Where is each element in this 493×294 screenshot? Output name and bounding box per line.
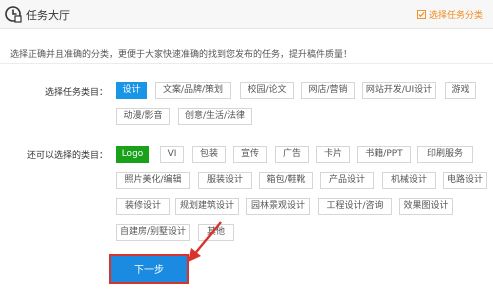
- sub-category-item[interactable]: 包装: [192, 146, 226, 163]
- page-header: 任务大厅 选择任务分类: [0, 0, 493, 29]
- sub-category-item[interactable]: 装修设计: [116, 198, 170, 215]
- main-category-item[interactable]: 设计: [116, 82, 147, 99]
- sub-category-item[interactable]: 自建房/别墅设计: [116, 224, 190, 241]
- main-category-item[interactable]: 文案/品牌/策划: [155, 82, 231, 99]
- main-category-item[interactable]: 动漫/影音: [116, 108, 170, 125]
- main-category-item[interactable]: 游戏: [445, 82, 476, 99]
- sub-category-label: 还可以选择的类目：: [26, 151, 108, 161]
- main-category-item[interactable]: 创意/生活/法律: [178, 108, 252, 125]
- main-category-item[interactable]: 网店/营销: [301, 82, 355, 99]
- next-step-button[interactable]: 下一步: [109, 254, 189, 284]
- sub-category-item[interactable]: 规划建筑设计: [175, 198, 239, 215]
- red-arrow-annotation: [188, 221, 222, 262]
- sub-category-item[interactable]: 效果图设计: [399, 198, 453, 215]
- sub-category-item[interactable]: 工程设计/咨询: [318, 198, 392, 215]
- sub-category-item[interactable]: Logo: [116, 146, 149, 163]
- select-category-link[interactable]: 选择任务分类: [416, 8, 483, 21]
- sub-category-item[interactable]: 卡片: [316, 146, 350, 163]
- sub-category-item[interactable]: 照片美化/编辑: [116, 172, 190, 189]
- main-category-item[interactable]: 网站开发/UI设计: [362, 82, 436, 99]
- main-category-label: 选择任务类目：: [44, 88, 108, 98]
- sub-category-item[interactable]: 书籍/PPT: [357, 146, 411, 163]
- sub-category-item[interactable]: 产品设计: [320, 172, 374, 189]
- sub-category-item[interactable]: 箱包/鞋靴: [259, 172, 313, 189]
- sub-category-item[interactable]: 服装设计: [198, 172, 252, 189]
- sub-category-item[interactable]: 印刷服务: [417, 146, 473, 163]
- page-title: 任务大厅: [26, 9, 70, 22]
- sub-category-item[interactable]: 园林景观设计: [246, 198, 310, 215]
- category-tip: 选择正确并且准确的分类，更便于大家快速准确的找到您发布的任务，提升稿件质量！: [10, 50, 353, 60]
- task-hall-logo-icon: [5, 6, 22, 23]
- sub-category-item[interactable]: VI: [160, 146, 184, 163]
- select-category-label: 选择任务分类: [428, 11, 483, 21]
- sub-category-item[interactable]: 机械设计: [382, 172, 436, 189]
- sub-category-item[interactable]: 广告: [275, 146, 309, 163]
- sub-category-item[interactable]: 电路设计: [443, 172, 487, 189]
- check-icon: [416, 10, 426, 19]
- main-category-item[interactable]: 校园/论文: [240, 82, 294, 99]
- divider: [0, 63, 493, 64]
- sub-category-item[interactable]: 宣传: [233, 146, 267, 163]
